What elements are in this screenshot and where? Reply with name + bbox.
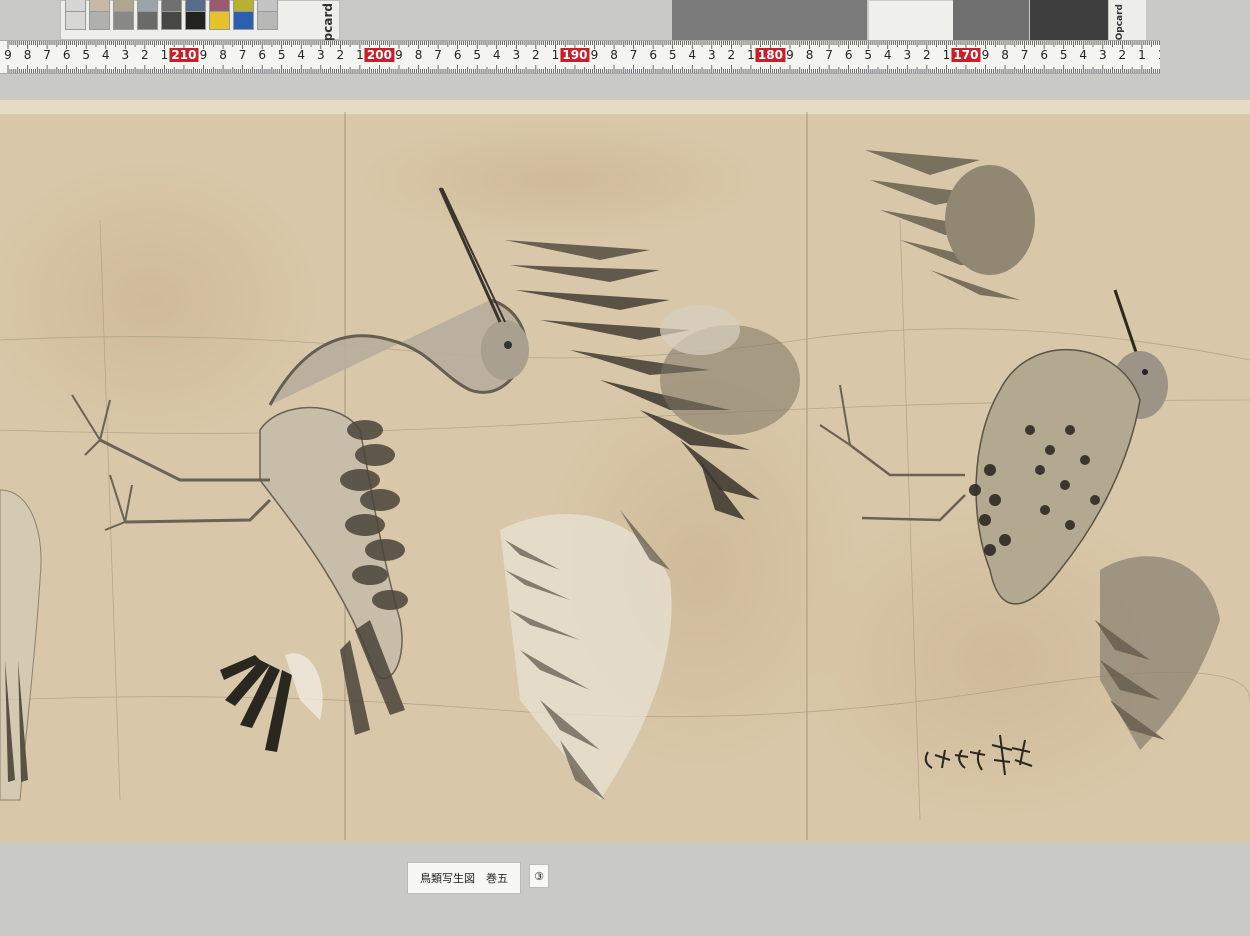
ruler-number: 210: [169, 48, 199, 62]
ruler-number: 7: [434, 48, 442, 62]
ruler-number: 9: [4, 48, 12, 62]
ruler-number: 9: [395, 48, 403, 62]
ruler-number: 170: [951, 48, 981, 62]
ruler-number: 1: [747, 48, 755, 62]
ruler-number: 9: [981, 48, 990, 62]
ruler-number: 1: [160, 48, 169, 62]
ruler-number: 6: [258, 48, 266, 62]
painting-artwork: [0, 120, 1250, 821]
grey-card-label: Opcard: [1115, 4, 1125, 41]
panel-number: ③: [529, 864, 549, 888]
ruler-number: 200: [364, 48, 394, 62]
ruler-number: 2: [1118, 48, 1127, 62]
ruler-number: 7: [238, 48, 247, 62]
ruler-number: 4: [101, 48, 110, 62]
ruler-number: 4: [297, 48, 306, 62]
ruler-number: 190: [560, 48, 590, 62]
ruler-number: 5: [277, 48, 286, 62]
ruler-number: 2: [532, 48, 540, 62]
ruler-number: 4: [492, 48, 501, 62]
ruler-number: 7: [1020, 48, 1029, 62]
ruler-number: 2: [141, 48, 149, 62]
ruler-number: 8: [1001, 48, 1009, 62]
color-swatch: [257, 11, 278, 30]
ruler-number: 8: [610, 48, 618, 62]
ruler-number: 3: [1098, 48, 1107, 62]
ruler-number: 3: [316, 48, 325, 62]
ruler-labels: 9 8 7 6 5 4 3 2 1 210 9 8 7 6 5 4 3 2 1 200 9 8 7 6 5 4 3 2 1 190 9 8 7 6…: [0, 48, 1160, 66]
ruler-number: 9: [590, 48, 599, 62]
ruler-number: 4: [1079, 48, 1088, 62]
ruler-number: 1: [942, 48, 951, 62]
color-swatch: [137, 11, 158, 30]
ruler-number: 5: [473, 48, 482, 62]
ruler-number: 4: [883, 48, 892, 62]
ruler-number: 8: [219, 48, 227, 62]
ruler-number: 3: [121, 48, 130, 62]
color-swatch: [233, 11, 254, 30]
ruler-number: 6: [844, 48, 853, 62]
swatch-row-bottom: [65, 11, 278, 30]
ruler-number: 2: [727, 48, 736, 62]
color-swatch: [209, 11, 230, 30]
ruler-number: 8: [23, 48, 32, 62]
color-swatch: [161, 11, 182, 30]
ruler-number: 2: [923, 48, 931, 62]
ruler-number: 180: [755, 48, 785, 62]
color-swatch: [65, 11, 86, 30]
ruler-number: 3: [707, 48, 716, 62]
ruler-number: 4: [688, 48, 697, 62]
color-swatch: [185, 11, 206, 30]
ruler-number: 2: [336, 48, 345, 62]
ruler-number: 1: [356, 48, 364, 62]
ruler-number: 3: [512, 48, 521, 62]
ruler-number: 1: [1138, 48, 1146, 62]
ruler-number: 7: [825, 48, 833, 62]
ruler-number: 5: [668, 48, 677, 62]
measuring-ruler: 9 8 7 6 5 4 3 2 1 210 9 8 7 6 5 4 3 2 1 200 9 8 7 6 5 4 3 2 1 190 9 8 7 6…: [0, 40, 1160, 74]
ruler-number: 5: [1059, 48, 1068, 62]
ruler-number: 1: [1158, 48, 1160, 62]
ruler-number: 9: [199, 48, 208, 62]
color-checker-card: Opcard: [60, 0, 340, 52]
ruler-number: 5: [864, 48, 873, 62]
ruler-number: 1: [551, 48, 560, 62]
color-swatch: [89, 11, 110, 30]
ruler-number: 8: [805, 48, 814, 62]
ruler-number: 3: [903, 48, 912, 62]
ruler-number: 5: [82, 48, 91, 62]
ruler-number: 7: [43, 48, 51, 62]
cropped-bird-left: [0, 489, 42, 801]
scroll-caption: 鳥類写生図 巻五: [407, 862, 521, 894]
ruler-number: 6: [62, 48, 71, 62]
ruler-number: 9: [786, 48, 794, 62]
color-swatch: [113, 11, 134, 30]
ruler-number: 7: [629, 48, 638, 62]
ruler-number: 6: [649, 48, 657, 62]
ruler-number: 6: [1040, 48, 1048, 62]
ruler-number: 6: [453, 48, 462, 62]
ruler-number: 8: [414, 48, 423, 62]
upper-right-wing-drawing: [865, 150, 1035, 300]
